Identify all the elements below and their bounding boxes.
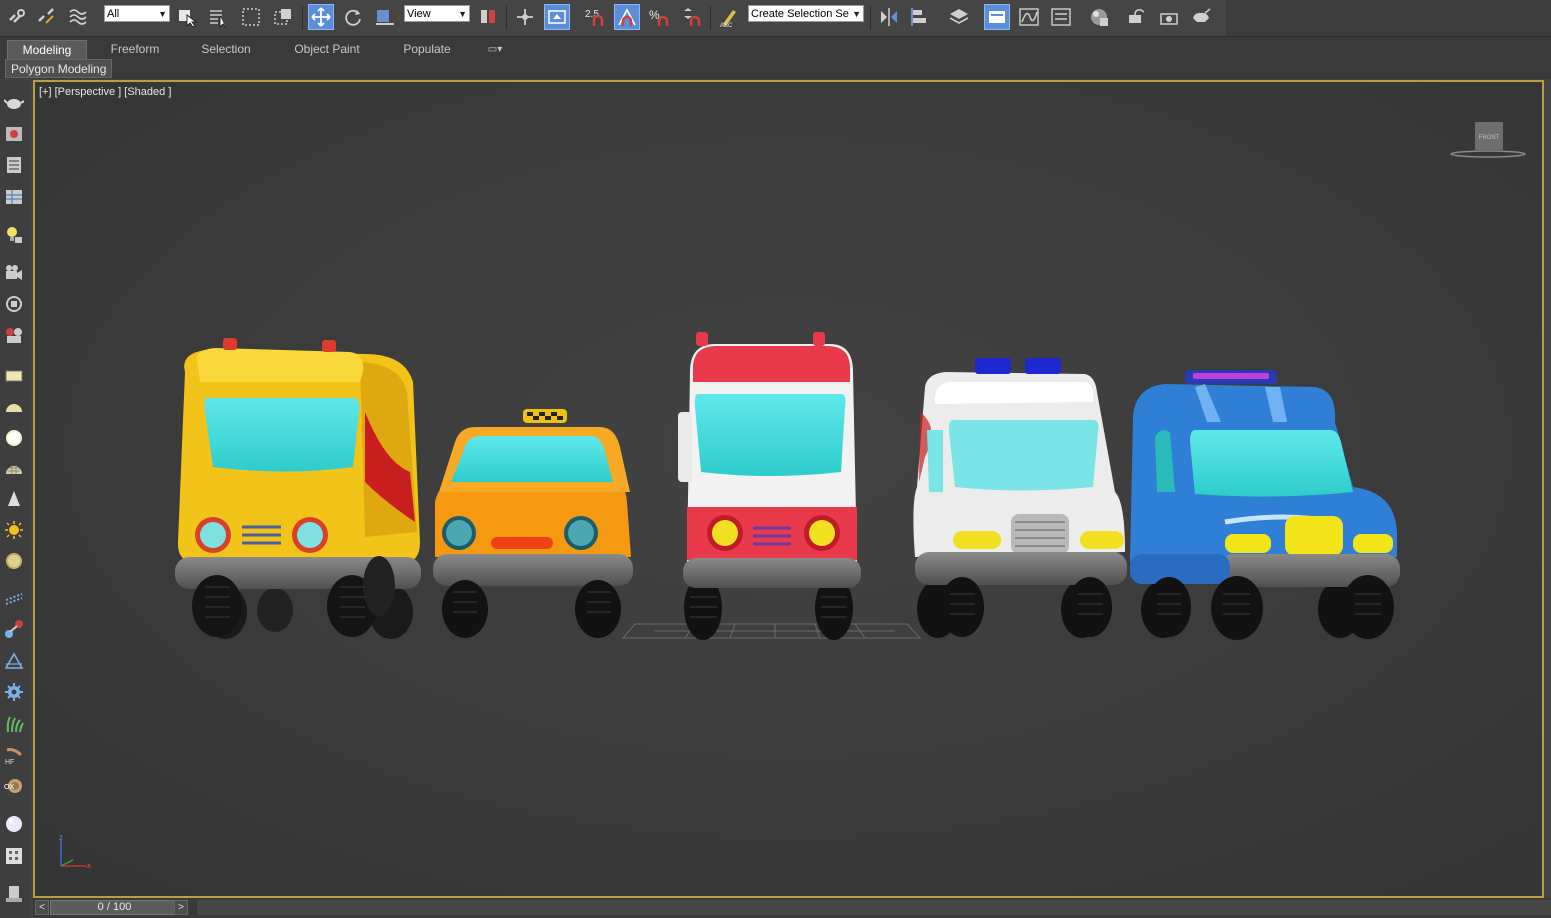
keyboard-shortcut-override-icon[interactable] (544, 4, 570, 30)
sun-light-icon[interactable] (1, 517, 26, 542)
render-frame-icon[interactable] (1, 121, 26, 146)
rotate-camera-icon[interactable] (1, 291, 26, 316)
hair-fur-icon[interactable]: HF (1, 742, 26, 767)
crowd-icon[interactable]: OX (1, 773, 26, 798)
bind-to-space-warp-icon[interactable] (66, 4, 92, 30)
ribbon-panel: Polygon Modeling (0, 59, 1551, 79)
document-icon[interactable] (1, 881, 26, 906)
spinner-snap-icon[interactable] (678, 4, 704, 30)
select-object-icon[interactable] (174, 4, 200, 30)
gear-icon[interactable] (1, 679, 26, 704)
ribbon-tab-bar: Modeling Freeform Selection Object Paint… (0, 37, 1551, 59)
schematic-view-icon[interactable] (1048, 4, 1074, 30)
select-and-manipulate-icon[interactable] (512, 4, 538, 30)
rectangular-selection-icon[interactable] (238, 4, 264, 30)
render-production-icon[interactable] (1188, 4, 1214, 30)
viewport-label[interactable]: [+] [Perspective ] [Shaded ] (39, 86, 171, 98)
timeline-prev-button[interactable]: < (35, 900, 49, 915)
window-crossing-icon[interactable] (270, 4, 296, 30)
material-editor-icon[interactable] (1086, 4, 1112, 30)
select-and-scale-icon[interactable] (372, 4, 398, 30)
sky-dome-icon[interactable] (1, 548, 26, 573)
percent-snap-icon[interactable]: % (646, 4, 672, 30)
tab-selection[interactable]: Selection (188, 40, 264, 59)
align-icon[interactable] (908, 4, 934, 30)
table-panel-icon[interactable] (1, 184, 26, 209)
ribbon-options-icon[interactable]: ▭▾ (478, 40, 512, 59)
selection-filter-dropdown[interactable]: All ▼ (104, 5, 170, 22)
left-command-bar: HF OX (0, 80, 31, 918)
grass-foliage-icon[interactable] (1, 711, 26, 736)
geosphere-icon[interactable] (1, 456, 26, 481)
svg-text:x: x (87, 861, 91, 870)
create-geometry-teapot-icon[interactable] (1, 89, 26, 114)
viewcube[interactable]: FRONT (1448, 120, 1528, 160)
reference-coordinate-dropdown[interactable]: View ▼ (404, 5, 470, 22)
sphere-icon[interactable] (1, 425, 26, 450)
camera-icon[interactable] (1, 260, 26, 285)
select-and-link-icon[interactable] (4, 4, 30, 30)
toolbar-empty-area (1226, 0, 1551, 37)
time-slider[interactable]: 0 / 100 (50, 900, 179, 915)
svg-text:FRONT: FRONT (1479, 135, 1500, 141)
select-and-move-icon[interactable] (308, 4, 334, 30)
tab-modeling[interactable]: Modeling (7, 40, 87, 59)
polygon-modeling-panel[interactable]: Polygon Modeling (5, 59, 113, 78)
svg-text:HF: HF (5, 759, 14, 765)
light-bulb-icon[interactable] (1, 222, 26, 247)
unlink-selection-icon[interactable] (34, 4, 60, 30)
scene-explorer-icon[interactable] (984, 4, 1010, 30)
white-sphere-icon[interactable] (1, 811, 26, 836)
named-selection-dropdown[interactable]: Create Selection Se ▼ (748, 5, 864, 22)
snap-toggle-icon[interactable]: 2.5 (582, 4, 608, 30)
timeline-track[interactable] (197, 900, 1551, 915)
plane-object-icon[interactable] (1, 363, 26, 388)
movie-clip-icon[interactable] (1, 843, 26, 868)
axis-gizmo: z x (59, 834, 91, 870)
edit-named-selection-icon[interactable]: ABC (716, 4, 742, 30)
timeline-bar: < 0 / 100 > (33, 898, 1551, 918)
svg-text:OX: OX (4, 784, 14, 791)
timeline-next-button[interactable]: > (174, 900, 188, 915)
select-and-rotate-icon[interactable] (340, 4, 366, 30)
main-toolbar: All ▼ View ▼ 2.5 % ABC Create Selection … (0, 0, 1226, 37)
viewport-scene (35, 82, 1542, 896)
svg-text:z: z (59, 834, 63, 842)
pivot-point-center-icon[interactable] (476, 4, 502, 30)
rendered-frame-window-icon[interactable] (1156, 4, 1182, 30)
tab-object-paint[interactable]: Object Paint (282, 40, 372, 59)
render-setup-icon[interactable] (1124, 4, 1150, 30)
curve-editor-icon[interactable] (1016, 4, 1042, 30)
cone-icon[interactable] (1, 486, 26, 511)
cloth-icon[interactable] (1, 649, 26, 674)
dynamics-icon[interactable] (1, 616, 26, 641)
select-by-name-icon[interactable] (206, 4, 232, 30)
list-panel-icon[interactable] (1, 152, 26, 177)
angle-snap-icon[interactable] (614, 4, 640, 30)
particle-system-icon[interactable] (1, 585, 26, 610)
perspective-viewport[interactable]: [+] [Perspective ] [Shaded ] FRONT z x (33, 80, 1544, 898)
svg-text:ABC: ABC (720, 23, 733, 28)
tab-freeform[interactable]: Freeform (95, 40, 175, 59)
mirror-icon[interactable] (876, 4, 902, 30)
hemisphere-icon[interactable] (1, 394, 26, 419)
tab-populate[interactable]: Populate (390, 40, 464, 59)
layer-manager-icon[interactable] (946, 4, 972, 30)
svg-text:2.5: 2.5 (585, 9, 599, 20)
video-camera-icon[interactable] (1, 323, 26, 348)
